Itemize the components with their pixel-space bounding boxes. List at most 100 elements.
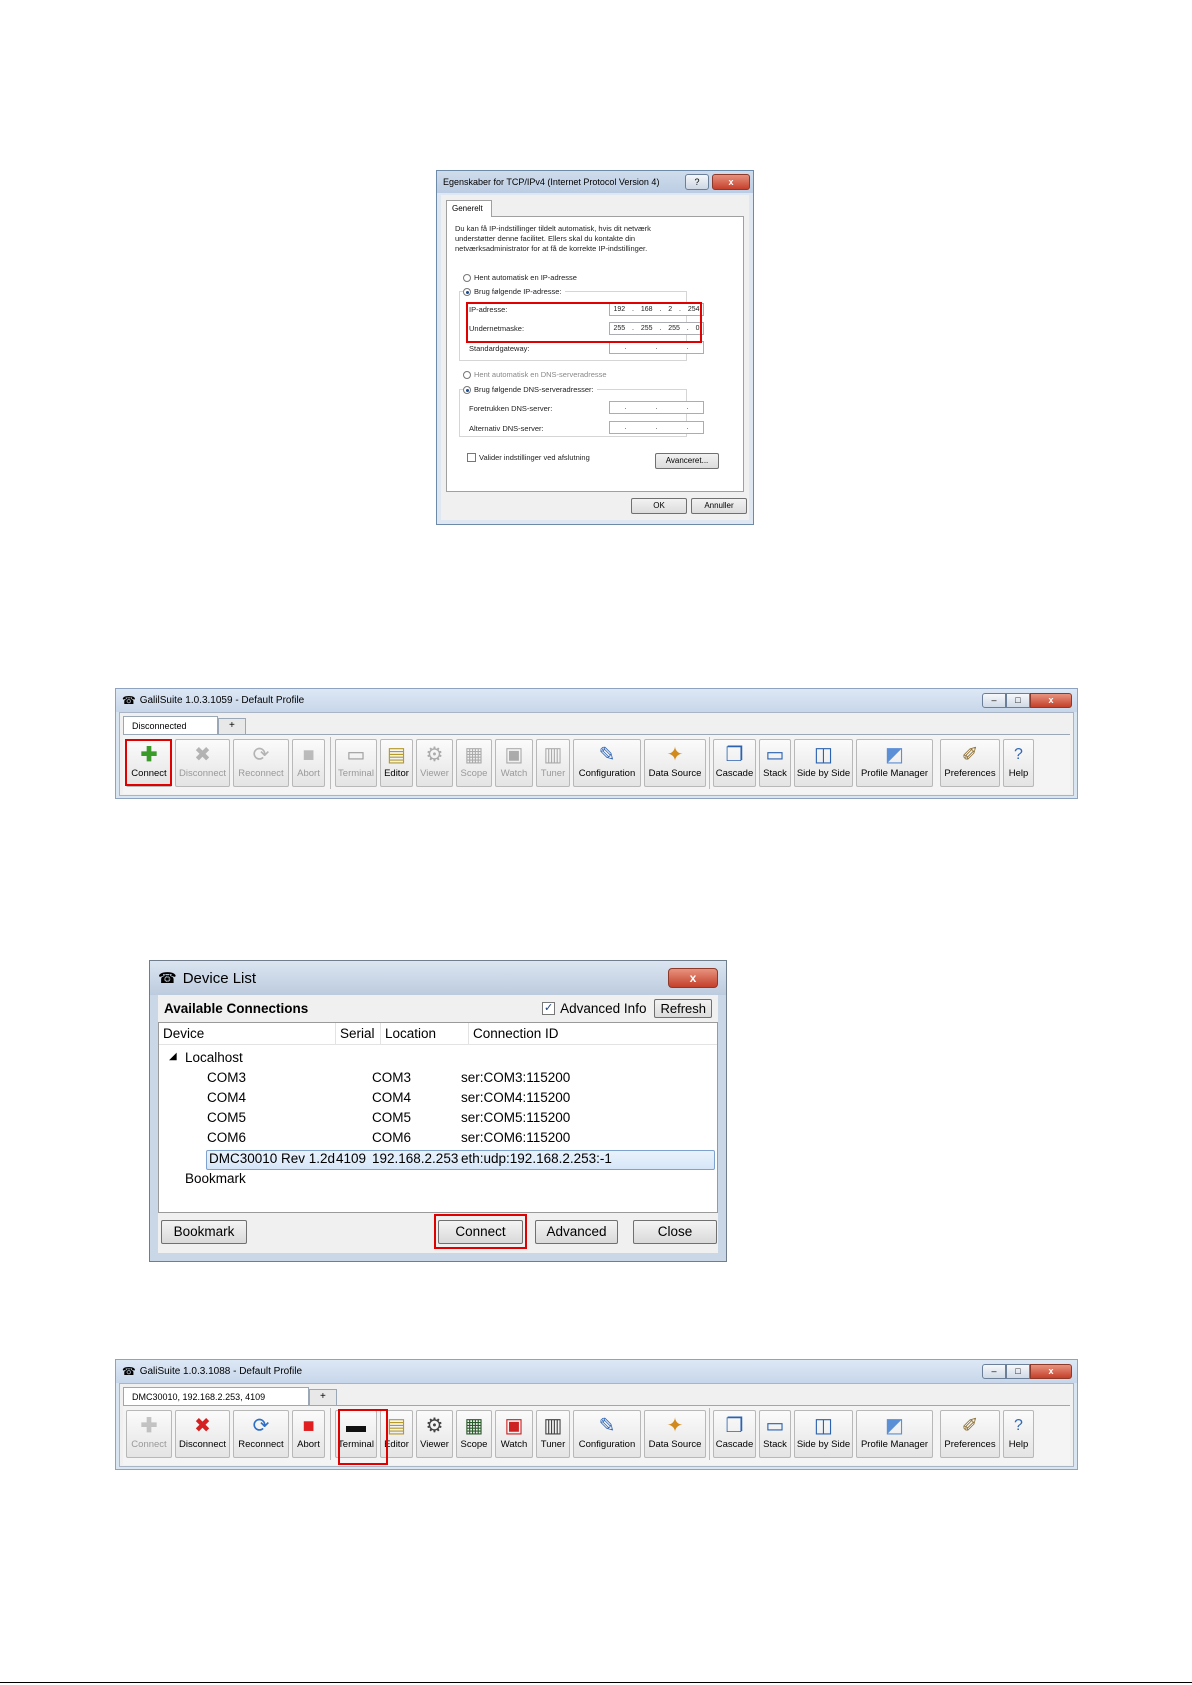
help-button[interactable]: ? Help xyxy=(1003,1410,1034,1458)
maximize-button[interactable]: □ xyxy=(1006,693,1030,708)
radio-auto-ip-button[interactable] xyxy=(463,273,471,282)
viewer-button[interactable]: ⚙ Viewer xyxy=(416,1410,453,1458)
column-connection-id[interactable]: Connection ID xyxy=(469,1023,717,1044)
column-serial[interactable]: Serial xyxy=(336,1023,381,1044)
side-by-side-button[interactable]: ◫ Side by Side xyxy=(794,1410,853,1458)
tool-label: Preferences xyxy=(944,1439,996,1450)
watch-button[interactable]: ▣ Watch xyxy=(495,739,533,787)
radio-manual-ip-button[interactable] xyxy=(463,287,471,296)
tab-connection[interactable]: Disconnected xyxy=(123,716,218,735)
radio-auto-dns[interactable]: Hent automatisk en DNS-serveradresse xyxy=(463,370,607,379)
advanced-button[interactable]: Advanced xyxy=(535,1220,618,1244)
scope-button[interactable]: ▦ Scope xyxy=(456,1410,492,1458)
abort-button[interactable]: ■ Abort xyxy=(292,1410,325,1458)
radio-manual-dns-button[interactable] xyxy=(463,385,471,394)
tool-buttons: ✚ Connect ✖ Disconnect ⟳ Reconnect ■ Abort ▭… xyxy=(123,734,1070,794)
refresh-icon: ⟳ xyxy=(252,1415,270,1437)
radio-auto-dns-button[interactable] xyxy=(463,370,471,379)
help-button[interactable]: ? xyxy=(685,174,709,190)
radio-auto-ip[interactable]: Hent automatisk en IP-adresse xyxy=(463,273,577,282)
tool-label: Watch xyxy=(500,768,528,779)
connect-button[interactable]: ✚ Connect xyxy=(126,1410,172,1458)
side-by-side-icon: ◫ xyxy=(814,1415,833,1437)
reconnect-button[interactable]: ⟳ Reconnect xyxy=(233,1410,289,1458)
group-localhost[interactable]: Localhost xyxy=(185,1050,243,1065)
ok-button[interactable]: OK xyxy=(631,498,687,514)
add-tab-button[interactable]: + xyxy=(218,718,246,735)
minimize-button[interactable]: – xyxy=(982,693,1006,708)
column-location[interactable]: Location xyxy=(381,1023,469,1044)
tool-label: Connect xyxy=(131,1439,167,1450)
abort-button[interactable]: ■ Abort xyxy=(292,739,325,787)
tuner-button[interactable]: ▥ Tuner xyxy=(536,739,570,787)
tool-label: Terminal xyxy=(338,768,374,779)
stack-button[interactable]: ▭ Stack xyxy=(759,1410,791,1458)
terminal-button[interactable]: ▭ Terminal xyxy=(335,739,377,787)
help-button[interactable]: ? Help xyxy=(1003,739,1034,787)
window-close-button[interactable]: x xyxy=(1030,693,1072,708)
row-device[interactable]: COM3 xyxy=(207,1070,246,1085)
configuration-button[interactable]: ✎ Configuration xyxy=(573,739,641,787)
cascade-button[interactable]: ❐ Cascade xyxy=(713,1410,756,1458)
tool-label: Profile Manager xyxy=(860,1439,929,1450)
collapse-triangle-icon[interactable]: ◢ xyxy=(169,1051,177,1062)
tab-connection[interactable]: DMC30010, 192.168.2.253, 4109 xyxy=(123,1387,309,1406)
watch-button[interactable]: ▣ Watch xyxy=(495,1410,533,1458)
column-device[interactable]: Device xyxy=(159,1023,336,1044)
row-device[interactable]: COM6 xyxy=(207,1130,246,1145)
close-button[interactable]: x xyxy=(668,968,718,988)
row-device[interactable]: DMC30010 Rev 1.2d xyxy=(209,1151,335,1166)
dns2-field[interactable]: ... xyxy=(609,421,704,434)
maximize-button[interactable]: □ xyxy=(1006,1364,1030,1379)
row-device[interactable]: COM5 xyxy=(207,1110,246,1125)
toolbar-area: DMC30010, 192.168.2.253, 4109 + ✚ Connect… xyxy=(119,1383,1074,1467)
disconnect-button[interactable]: ✖ Disconnect xyxy=(175,1410,230,1458)
close-dialog-button[interactable]: Close xyxy=(633,1220,717,1244)
configuration-button[interactable]: ✎ Configuration xyxy=(573,1410,641,1458)
preferences-button[interactable]: ✐ Preferences xyxy=(940,1410,1000,1458)
cancel-button[interactable]: Annuller xyxy=(691,498,747,514)
close-button[interactable]: x xyxy=(712,174,750,190)
bookmark-button[interactable]: Bookmark xyxy=(161,1220,247,1244)
cascade-icon: ❐ xyxy=(725,1415,744,1437)
editor-button[interactable]: ▤ Editor xyxy=(380,739,413,787)
cascade-button[interactable]: ❐ Cascade xyxy=(713,739,756,787)
tab-generelt[interactable]: Generelt xyxy=(446,200,492,217)
window-close-button[interactable]: x xyxy=(1030,1364,1072,1379)
radio-manual-ip[interactable]: Brug følgende IP-adresse: xyxy=(463,287,565,296)
add-tab-button[interactable]: + xyxy=(309,1389,337,1406)
preferences-button[interactable]: ✐ Preferences xyxy=(940,739,1000,787)
connections-header: Available Connections ✓ Advanced Info Re… xyxy=(158,995,718,1021)
side-by-side-button[interactable]: ◫ Side by Side xyxy=(794,739,853,787)
data-source-button[interactable]: ✦ Data Source xyxy=(644,739,706,787)
tuner-button[interactable]: ▥ Tuner xyxy=(536,1410,570,1458)
radio-auto-dns-label: Hent automatisk en DNS-serveradresse xyxy=(474,370,607,379)
dns1-field[interactable]: ... xyxy=(609,401,704,414)
profile-manager-button[interactable]: ◩ Profile Manager xyxy=(856,739,933,787)
minimize-button[interactable]: – xyxy=(982,1364,1006,1379)
tool-label: Side by Side xyxy=(796,1439,851,1450)
advanced-button[interactable]: Avanceret... xyxy=(655,453,719,469)
tool-label: Configuration xyxy=(578,1439,636,1450)
row-device[interactable]: COM4 xyxy=(207,1090,246,1105)
galilsuite-window-disconnected: ☎ GalilSuite 1.0.3.1059 - Default Profil… xyxy=(115,688,1078,799)
tool-label: Stack xyxy=(763,768,787,779)
advanced-info-checkbox[interactable]: ✓ xyxy=(542,1001,556,1015)
stack-button[interactable]: ▭ Stack xyxy=(759,739,791,787)
stack-icon: ▭ xyxy=(765,744,785,766)
group-bookmark[interactable]: Bookmark xyxy=(185,1171,246,1186)
viewer-button[interactable]: ⚙ Viewer xyxy=(416,739,453,787)
scope-button[interactable]: ▦ Scope xyxy=(456,739,492,787)
disconnect-button[interactable]: ✖ Disconnect xyxy=(175,739,230,787)
tcpip-properties-dialog: Egenskaber for TCP/IPv4 (Internet Protoc… xyxy=(436,170,754,525)
dns1-label: Foretrukken DNS-server: xyxy=(469,404,553,413)
profile-manager-button[interactable]: ◩ Profile Manager xyxy=(856,1410,933,1458)
refresh-button[interactable]: Refresh xyxy=(654,998,712,1018)
ip-dot: . xyxy=(686,344,689,351)
validate-checkbox[interactable] xyxy=(467,453,476,462)
radio-manual-dns[interactable]: Brug følgende DNS-serveradresser: xyxy=(463,385,597,394)
tool-label: Data Source xyxy=(648,1439,702,1450)
reconnect-button[interactable]: ⟳ Reconnect xyxy=(233,739,289,787)
column-headers: Device Serial Location Connection ID xyxy=(159,1023,717,1045)
data-source-button[interactable]: ✦ Data Source xyxy=(644,1410,706,1458)
